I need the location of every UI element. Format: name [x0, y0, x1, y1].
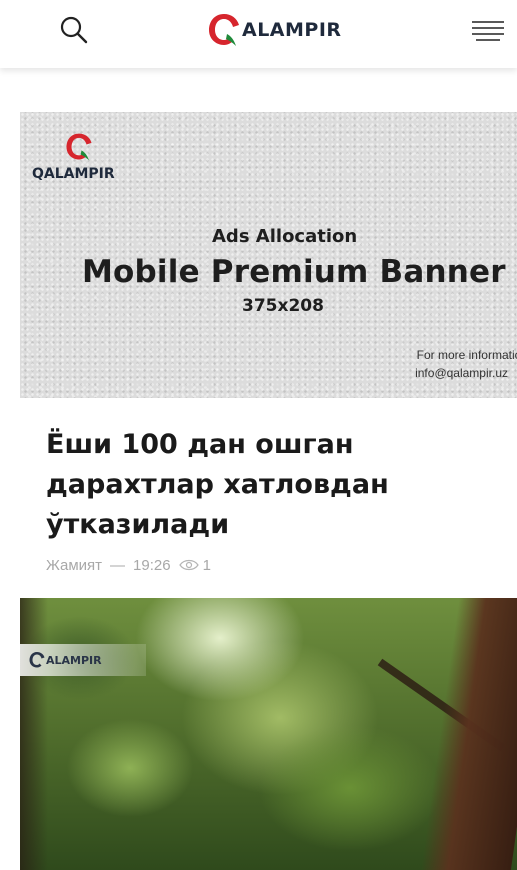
- hamburger-menu-icon[interactable]: [470, 18, 506, 46]
- ad-size: 375x208: [242, 296, 324, 316]
- eye-icon: [178, 559, 199, 571]
- article-time: 19:26: [133, 556, 171, 574]
- qalampir-pepper-icon: [209, 14, 239, 46]
- article-meta: Жамият — 19:26 1: [46, 553, 211, 577]
- article-title[interactable]: Ёши 100 дан ошган дарахтлар хатловдан ўт…: [46, 425, 486, 545]
- ad-label: Ads Allocation: [212, 226, 358, 247]
- ad-title: Mobile Premium Banner: [82, 254, 506, 290]
- image-tree-trunk-left: [20, 598, 48, 870]
- logo-text: ALAMPIR: [242, 19, 342, 41]
- views-count: 1: [202, 556, 211, 574]
- watermark-text: ALAMPIR: [46, 653, 102, 667]
- article-image[interactable]: ALAMPIR: [20, 598, 517, 870]
- article-views: 1: [178, 556, 211, 574]
- ad-contact-email: info@qalampir.uz: [415, 366, 508, 380]
- site-logo[interactable]: ALAMPIR: [206, 8, 342, 52]
- article-category[interactable]: Жамият: [46, 557, 102, 574]
- ad-contact-line1: For more information: [416, 348, 517, 362]
- top-header: ALAMPIR: [0, 0, 517, 68]
- qalampir-pepper-icon: [66, 133, 92, 161]
- search-icon[interactable]: [58, 14, 90, 46]
- ad-logo-text: QALAMPIR: [32, 166, 115, 182]
- ad-logo: QALAMPIR: [32, 130, 132, 182]
- ad-banner[interactable]: QALAMPIR Ads Allocation Mobile Premium B…: [20, 112, 517, 398]
- image-tree-trunk-right: [420, 598, 517, 870]
- meta-separator: —: [110, 556, 126, 574]
- qalampir-pepper-icon: [29, 652, 45, 668]
- image-watermark: ALAMPIR: [20, 644, 146, 676]
- ad-contact: For more information info@qalampir.uz: [388, 346, 517, 382]
